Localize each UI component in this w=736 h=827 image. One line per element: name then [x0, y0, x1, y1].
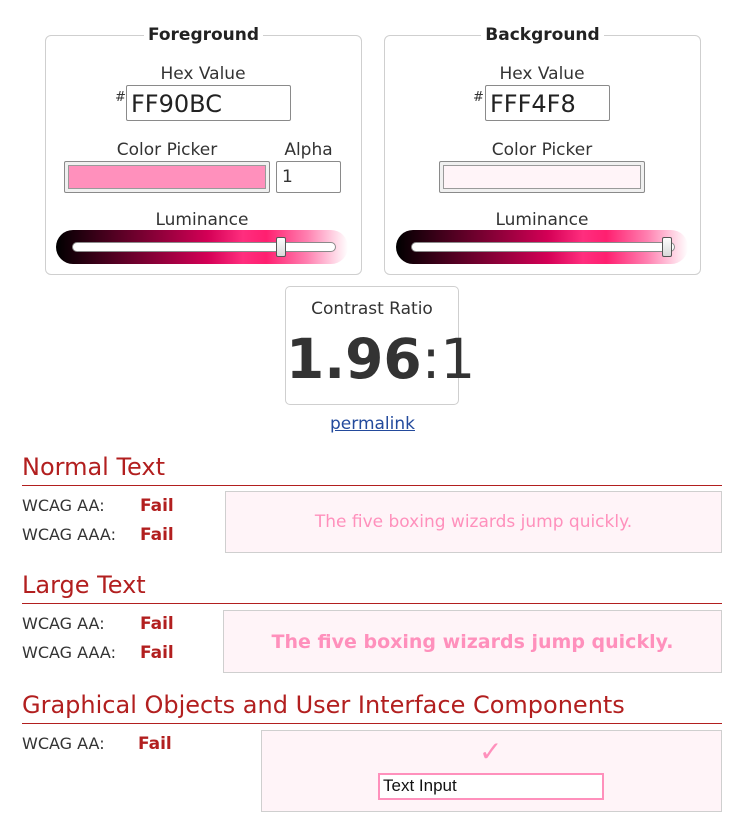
contrast-ratio-title: Contrast Ratio: [311, 299, 433, 319]
background-hash-symbol: #: [473, 90, 484, 105]
background-swatch: [443, 165, 641, 189]
normal-aaa-result: Fail: [140, 525, 174, 545]
background-luminance-thumb[interactable]: [662, 237, 673, 257]
large-text-sample: The five boxing wizards jump quickly.: [223, 610, 722, 673]
contrast-ratio-main: 1.96: [286, 327, 422, 391]
foreground-hex-input[interactable]: FF90BC: [126, 85, 291, 121]
foreground-luminance-label: Luminance: [155, 210, 249, 230]
background-picker-label: Color Picker: [491, 140, 593, 160]
normal-text-sample: The five boxing wizards jump quickly.: [225, 491, 722, 553]
background-luminance-rail: [411, 242, 675, 252]
large-aa-label: WCAG AA:: [22, 614, 105, 633]
large-aa-result: Fail: [140, 614, 174, 634]
normal-text-heading: Normal Text: [22, 453, 166, 481]
large-text-heading: Large Text: [22, 571, 146, 599]
large-aaa-label: WCAG AAA:: [22, 643, 116, 662]
foreground-hex-label: Hex Value: [160, 64, 246, 84]
foreground-luminance-thumb[interactable]: [275, 237, 286, 257]
graphical-aa-label: WCAG AA:: [22, 734, 105, 753]
foreground-picker-label: Color Picker: [116, 140, 218, 160]
graphical-heading: Graphical Objects and User Interface Com…: [22, 691, 625, 719]
normal-sample-text: The five boxing wizards jump quickly.: [314, 512, 633, 532]
background-luminance-label: Luminance: [495, 210, 589, 230]
large-text-divider: [22, 603, 722, 604]
large-sample-text: The five boxing wizards jump quickly.: [271, 630, 674, 653]
contrast-ratio-value: 1.96:1: [286, 327, 475, 391]
permalink-link[interactable]: permalink: [330, 414, 415, 434]
large-aaa-result: Fail: [140, 643, 174, 663]
normal-aa-result: Fail: [140, 496, 174, 516]
graphical-divider: [22, 723, 722, 724]
normal-aaa-label: WCAG AAA:: [22, 525, 116, 544]
foreground-swatch: [68, 165, 266, 189]
check-icon: ✓: [479, 735, 503, 768]
sample-text-input[interactable]: Text Input: [378, 773, 604, 800]
normal-text-divider: [22, 485, 722, 486]
graphical-aa-result: Fail: [138, 734, 172, 754]
normal-aa-label: WCAG AA:: [22, 496, 105, 515]
background-hex-input[interactable]: FFF4F8: [485, 85, 610, 121]
foreground-color-picker[interactable]: [64, 161, 270, 193]
foreground-title: Foreground: [46, 24, 361, 46]
background-hex-label: Hex Value: [499, 64, 585, 84]
contrast-ratio-box: Contrast Ratio 1.96:1: [285, 286, 475, 405]
foreground-alpha-label: Alpha: [284, 140, 333, 160]
contrast-ratio-suffix: :1: [421, 327, 476, 391]
background-title: Background: [385, 24, 700, 46]
foreground-luminance-rail: [72, 242, 336, 252]
foreground-hash-symbol: #: [115, 90, 126, 105]
background-color-picker[interactable]: [439, 161, 645, 193]
foreground-alpha-input[interactable]: 1: [276, 161, 341, 193]
